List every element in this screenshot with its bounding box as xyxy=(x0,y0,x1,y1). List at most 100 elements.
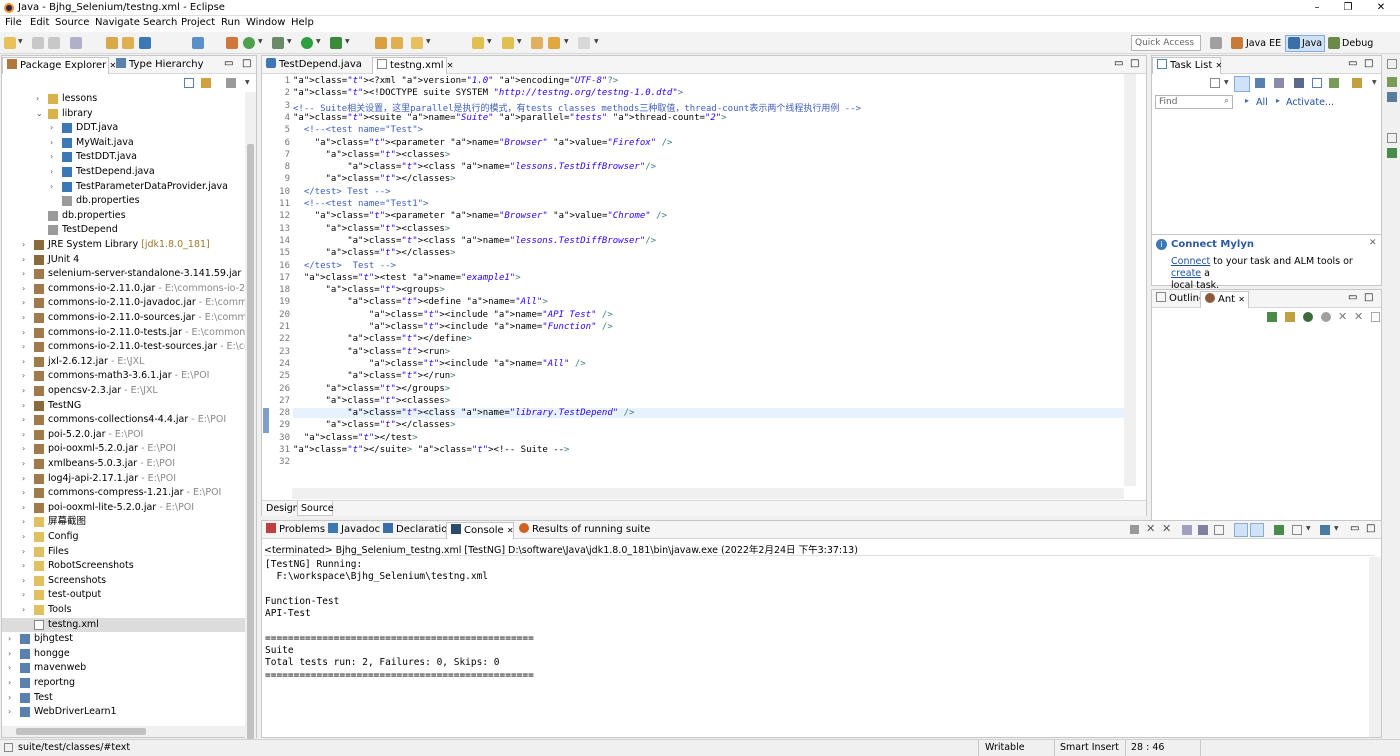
code-line[interactable]: "a">class="t"></classes> xyxy=(293,174,456,184)
tree-scroll-thumb[interactable] xyxy=(247,144,254,740)
tree-item[interactable]: db.properties xyxy=(2,194,245,208)
show-on-error-icon[interactable] xyxy=(1250,523,1264,537)
external-tools-icon[interactable] xyxy=(330,37,342,49)
connect-link[interactable]: Connect xyxy=(1171,256,1210,267)
tree-item[interactable]: › commons-io-2.11.0-tests.jar - E:\common… xyxy=(2,326,245,340)
tree-item[interactable]: › Files xyxy=(2,545,245,559)
code-line[interactable]: "a">class="t"><!DOCTYPE suite SYSTEM "ht… xyxy=(293,88,683,98)
chevron-right-icon[interactable]: › xyxy=(22,428,25,442)
print-icon[interactable] xyxy=(70,37,82,49)
all-link[interactable]: All xyxy=(1256,97,1268,108)
tree-item[interactable]: › commons-collections4-4.4.jar - E:\POI xyxy=(2,413,245,427)
save-icon[interactable] xyxy=(32,37,44,49)
code-line[interactable]: "a">class="t"><class "a">name="lessons.T… xyxy=(293,236,656,246)
focus-icon[interactable] xyxy=(1274,78,1284,88)
close-icon[interactable]: ✕ xyxy=(1238,295,1245,304)
chevron-right-icon[interactable]: › xyxy=(22,384,25,398)
terminal-icon[interactable] xyxy=(139,37,151,49)
tree-item[interactable]: › Config xyxy=(2,530,245,544)
code-line[interactable]: "a">class="t"><include "a">name="All" /> xyxy=(293,359,586,369)
tab-testng-xml[interactable]: testng.xml ✕ xyxy=(372,57,453,74)
close-icon[interactable]: ✕ xyxy=(1369,238,1377,248)
menu-file[interactable]: File xyxy=(5,17,22,28)
perspective-java-ee[interactable]: Java EE xyxy=(1246,38,1281,49)
trim-view-icon[interactable] xyxy=(1387,92,1397,102)
search-buildfile-icon[interactable] xyxy=(1285,312,1295,322)
tree-item[interactable]: › log4j-api-2.17.1.jar - E:\POI xyxy=(2,472,245,486)
minimize-icon[interactable]: ▭ xyxy=(224,58,233,69)
chevron-right-icon[interactable]: › xyxy=(22,238,25,252)
menu-window[interactable]: Window xyxy=(246,17,285,28)
view-menu-icon[interactable] xyxy=(226,78,236,88)
open-type-icon[interactable] xyxy=(106,37,118,49)
display-console-icon[interactable] xyxy=(1292,525,1302,535)
chevron-right-icon[interactable]: › xyxy=(50,180,53,194)
tree-item[interactable]: › JUnit 4 xyxy=(2,253,245,267)
tab-source[interactable]: Source xyxy=(301,503,334,514)
code-line[interactable]: "a">class="t"><suite "a">name="Suite" "a… xyxy=(293,113,727,123)
tree-item[interactable]: › commons-io-2.11.0.jar - E:\commons-io-2… xyxy=(2,282,245,296)
maximize-icon[interactable]: □ xyxy=(1366,523,1375,534)
tree-item[interactable]: › commons-math3-3.6.1.jar - E:\POI xyxy=(2,369,245,383)
new-package-icon[interactable] xyxy=(375,37,387,49)
restore-button[interactable]: ❐ xyxy=(1333,0,1363,16)
chevron-right-icon[interactable]: › xyxy=(8,691,11,705)
tab-design[interactable]: Design xyxy=(266,503,299,514)
menu-help[interactable]: Help xyxy=(291,17,314,28)
code-line[interactable]: </test> Test --> xyxy=(293,187,391,197)
tab-testdepend-java[interactable]: TestDepend.java xyxy=(262,57,372,74)
perspective-debug[interactable]: Debug xyxy=(1342,38,1373,49)
perspective-java[interactable]: Java xyxy=(1302,38,1322,49)
maximize-icon[interactable]: □ xyxy=(242,58,251,69)
tab-problems[interactable]: Problems xyxy=(262,522,329,539)
tab-type-hierarchy[interactable]: Type Hierarchy xyxy=(112,57,207,74)
build-icon[interactable] xyxy=(226,37,238,49)
tree-horizontal-scrollbar[interactable] xyxy=(2,726,245,737)
scroll-lock-icon[interactable] xyxy=(1182,525,1192,535)
code-line[interactable]: "a">class="t"><include "a">name="API Tes… xyxy=(293,310,613,320)
chevron-right-icon[interactable]: › xyxy=(8,676,11,690)
tree-item[interactable]: › commons-io-2.11.0-sources.jar - E:\comm… xyxy=(2,311,245,325)
save-all-icon[interactable] xyxy=(48,37,60,49)
code-line[interactable]: "a">class="t"><class "a">name="lessons.T… xyxy=(293,162,656,172)
code-line[interactable]: <!--<test name="Test"> xyxy=(293,125,423,135)
code-line[interactable]: "a">class="t"><parameter "a">name="Brows… xyxy=(293,138,673,148)
chevron-right-icon[interactable]: › xyxy=(22,501,25,515)
code-line[interactable]: "a">class="t"><include "a">name="Functio… xyxy=(293,322,613,332)
code-line[interactable]: <!--<test name="Test1"> xyxy=(293,199,429,209)
tree-item[interactable]: db.properties xyxy=(2,209,245,223)
terminate-icon[interactable] xyxy=(1130,525,1139,534)
code-line[interactable]: "a">class="t"><groups> xyxy=(293,285,445,295)
chevron-right-icon[interactable]: › xyxy=(22,253,25,267)
last-edit-icon[interactable] xyxy=(531,37,543,49)
tree-item[interactable]: › bjhgtest xyxy=(2,632,245,646)
link-with-editor-icon[interactable] xyxy=(201,78,211,88)
tree-item[interactable]: › TestDDT.java xyxy=(2,150,245,164)
chevron-right-icon[interactable]: › xyxy=(50,150,53,164)
chevron-right-icon[interactable]: › xyxy=(8,647,11,661)
tree-item[interactable]: › Tools xyxy=(2,603,245,617)
chevron-right-icon[interactable]: › xyxy=(22,457,25,471)
tree-item[interactable]: › Test xyxy=(2,691,245,705)
chevron-right-icon[interactable]: › xyxy=(8,705,11,719)
tree-item[interactable]: › RobotScreenshots xyxy=(2,559,245,573)
tree-item[interactable]: › selenium-server-standalone-3.141.59.jar xyxy=(2,267,245,281)
tree-item[interactable]: › MyWait.java xyxy=(2,136,245,150)
sync-icon[interactable] xyxy=(1329,78,1339,88)
chevron-right-icon[interactable]: › xyxy=(22,340,25,354)
tree-item[interactable]: › WebDriverLearn1 xyxy=(2,705,245,719)
chevron-right-icon[interactable]: › xyxy=(22,530,25,544)
close-icon[interactable]: ✕ xyxy=(507,526,514,535)
tab-ant[interactable]: Ant ✕ xyxy=(1200,291,1249,308)
menu-search[interactable]: Search xyxy=(143,17,177,28)
menu-navigate[interactable]: Navigate xyxy=(95,17,140,28)
code-line[interactable]: "a">class="t"><test "a">name="example1"> xyxy=(293,273,521,283)
code-line[interactable]: "a">class="t"><run> xyxy=(293,347,450,357)
remove-all-terminated-icon[interactable]: ✕ xyxy=(1162,522,1171,535)
tree-item[interactable]: ⌄ library xyxy=(2,107,245,121)
annotation-next-icon[interactable] xyxy=(472,37,484,49)
tree-item[interactable]: › TestDepend.java xyxy=(2,165,245,179)
coverage-icon[interactable] xyxy=(243,37,255,49)
word-wrap-icon[interactable] xyxy=(1214,525,1224,535)
pin-icon[interactable] xyxy=(192,37,204,49)
